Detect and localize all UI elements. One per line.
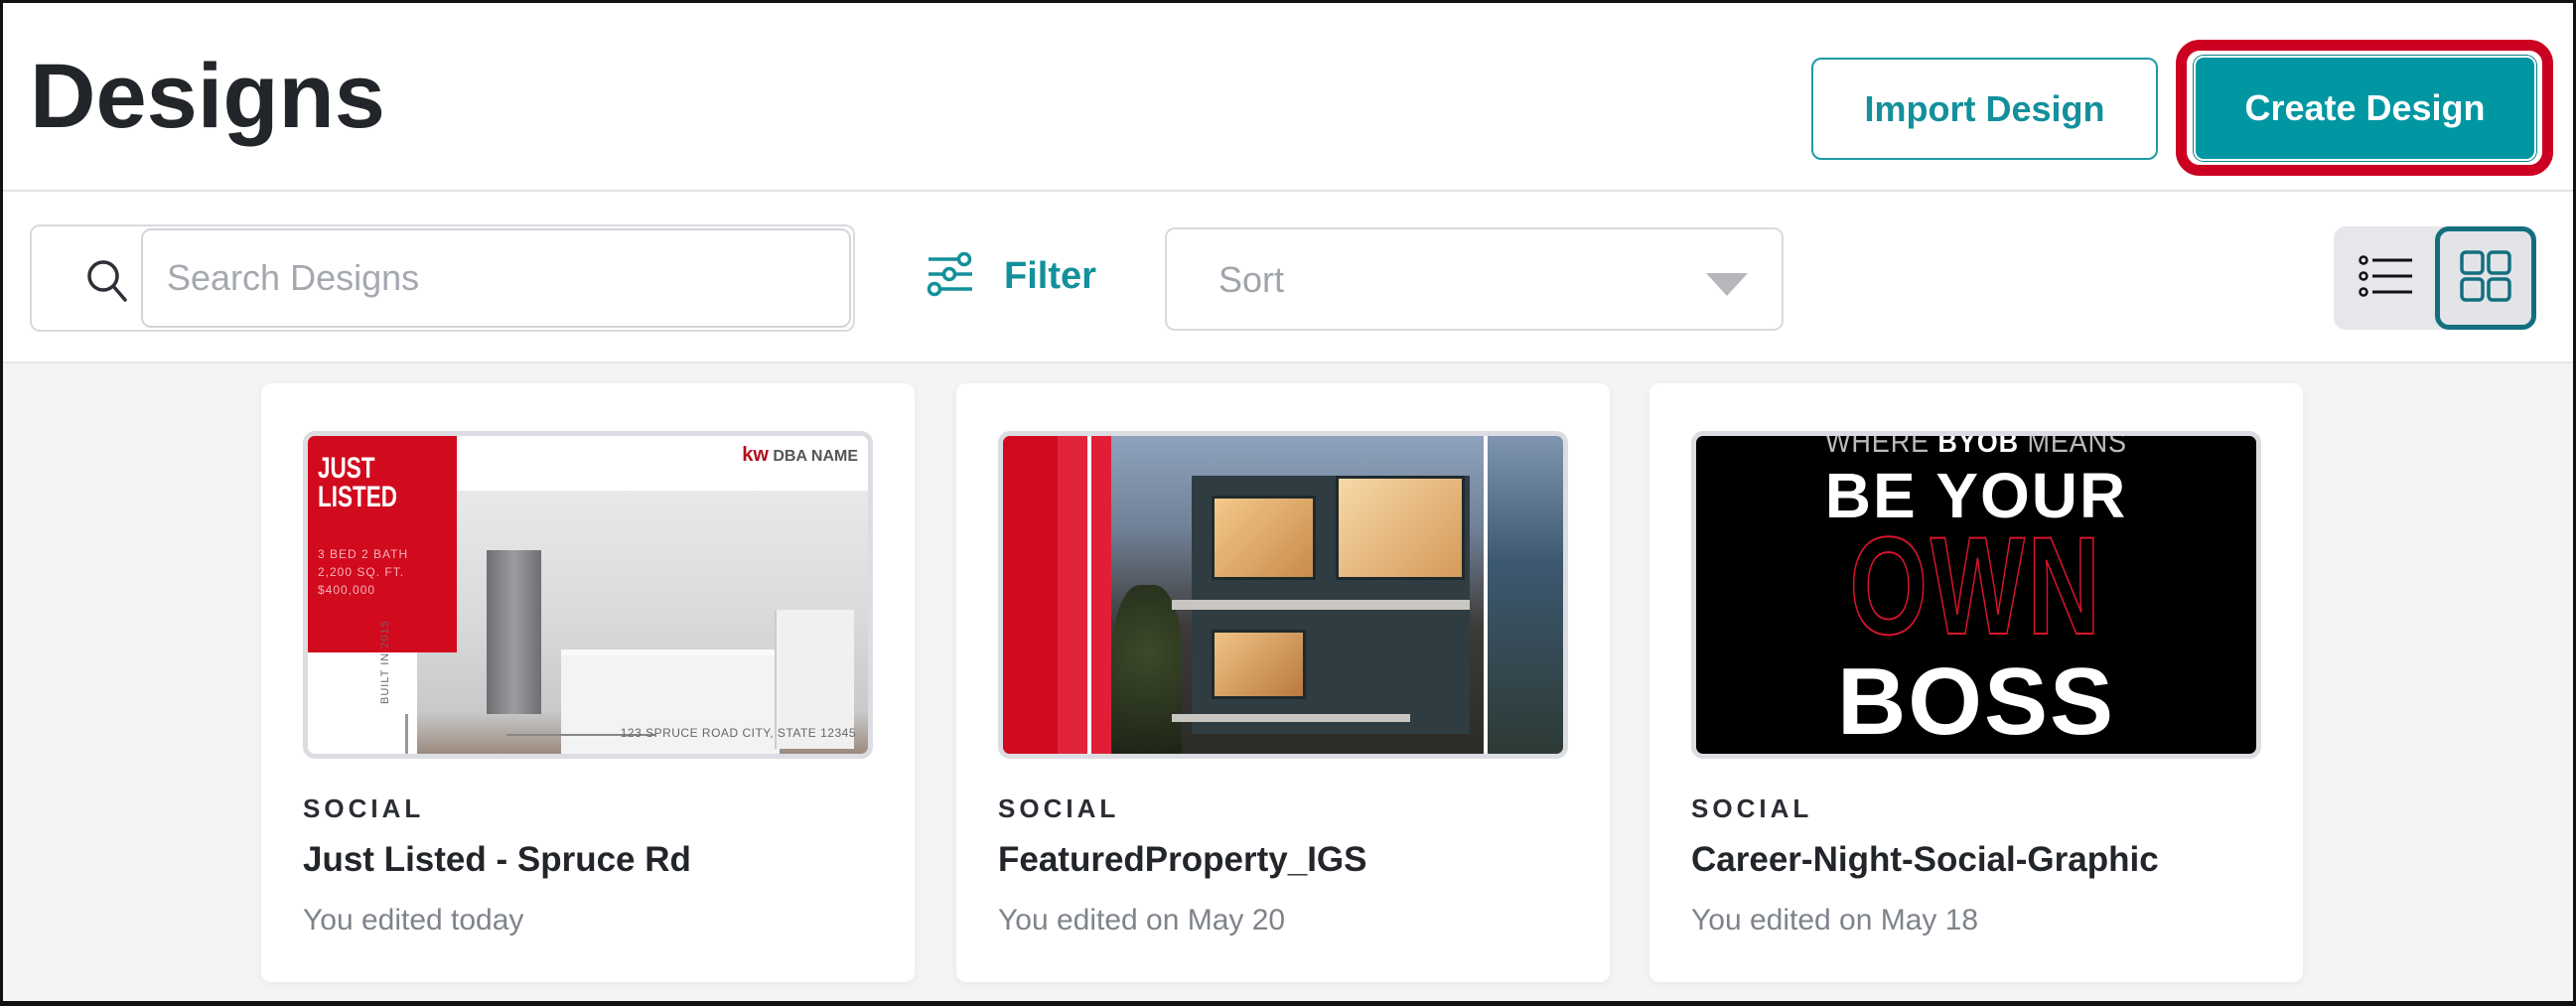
create-design-button[interactable]: Create Design: [2194, 56, 2536, 161]
thumb-line-4: BOSS: [1836, 648, 2116, 755]
design-card[interactable]: WHERE BYOB MEANS BE YOUR OWN BOSS SOCIAL…: [1649, 383, 2303, 982]
design-thumbnail: [998, 431, 1568, 759]
photo-detail: [1336, 476, 1465, 580]
thumb-text: WHERE: [1825, 431, 1931, 459]
design-card[interactable]: JUST LISTED 3 BED 2 BATH 2,200 SQ. FT. $…: [261, 383, 915, 982]
thumb-text: MEANS: [2027, 431, 2127, 459]
filter-sliders-icon: [927, 250, 974, 303]
design-grid: JUST LISTED 3 BED 2 BATH 2,200 SQ. FT. $…: [3, 363, 2573, 1001]
photo-detail: [1172, 600, 1470, 610]
design-thumbnail: WHERE BYOB MEANS BE YOUR OWN BOSS: [1691, 431, 2261, 759]
sort-dropdown[interactable]: Sort: [1165, 227, 1784, 331]
thumb-details: 3 BED 2 BATH 2,200 SQ. FT. $400,000: [318, 545, 408, 599]
design-category: SOCIAL: [998, 793, 1120, 823]
design-edited-date: You edited on May 18: [1691, 904, 1979, 936]
photo-detail: [1488, 436, 1563, 754]
dropdown-arrow-icon: [1706, 273, 1748, 296]
grid-view-button[interactable]: [2435, 226, 2536, 330]
photo-detail: [1212, 630, 1306, 699]
search-input[interactable]: [141, 228, 851, 328]
design-title[interactable]: Just Listed - Spruce Rd: [303, 840, 691, 880]
divider: [1484, 436, 1488, 754]
thumb-headline: JUST LISTED: [318, 452, 398, 513]
thumb-line-1: WHERE BYOB MEANS: [1724, 431, 2228, 460]
page-header: Designs Import Design Create Design: [3, 3, 2573, 192]
thumb-detail-line: 3 BED 2 BATH: [318, 547, 409, 561]
design-title[interactable]: FeaturedProperty_IGS: [998, 840, 1367, 880]
thumb-text: BYOB: [1937, 431, 2020, 459]
search-icon: [83, 256, 133, 306]
design-thumbnail: JUST LISTED 3 BED 2 BATH 2,200 SQ. FT. $…: [303, 431, 873, 759]
thumb-detail-line: $400,000: [318, 583, 376, 597]
photo-detail: [1172, 714, 1410, 722]
sort-placeholder: Sort: [1218, 259, 1285, 300]
design-title[interactable]: Career-Night-Social-Graphic: [1691, 840, 2159, 880]
photo-detail: [1112, 585, 1182, 754]
filter-button[interactable]: Filter: [927, 246, 1096, 306]
import-design-button[interactable]: Import Design: [1811, 58, 2158, 160]
list-icon: [2359, 253, 2414, 304]
view-toggle: [2334, 226, 2536, 330]
list-view-button[interactable]: [2342, 234, 2431, 322]
red-stripe: [1003, 436, 1058, 754]
divider: [405, 714, 408, 754]
thumb-line-3: OWN: [1849, 507, 2103, 663]
design-category: SOCIAL: [1691, 793, 1813, 823]
red-stripe: [1091, 436, 1111, 754]
design-category: SOCIAL: [303, 793, 425, 823]
logo-text: DBA NAME: [773, 448, 858, 465]
photo-detail: [487, 550, 541, 714]
grid-icon: [2460, 249, 2511, 307]
filter-label: Filter: [1004, 254, 1096, 297]
thumb-detail-line: 2,200 SQ. FT.: [318, 565, 405, 579]
photo-detail: [561, 649, 780, 754]
search-box: [30, 224, 855, 332]
designs-page: Designs Import Design Create Design Sear…: [0, 0, 2576, 1006]
toolbar: Filter Sort: [3, 192, 2573, 363]
photo-detail: [1212, 496, 1316, 580]
page-title: Designs: [30, 46, 385, 147]
thumb-address: 123 SPRUCE ROAD CITY, STATE 12345: [620, 726, 856, 740]
design-card[interactable]: SOCIAL FeaturedProperty_IGS You edited o…: [956, 383, 1610, 982]
design-edited-date: You edited on May 20: [998, 904, 1286, 936]
logo-mark: kw: [742, 444, 769, 466]
design-edited-date: You edited today: [303, 904, 524, 936]
kitchen-photo: [417, 491, 868, 754]
thumb-side-text: BUILT IN 2015: [379, 620, 391, 704]
red-stripe: [1058, 436, 1087, 754]
kw-logo: kw DBA NAME: [742, 444, 858, 467]
